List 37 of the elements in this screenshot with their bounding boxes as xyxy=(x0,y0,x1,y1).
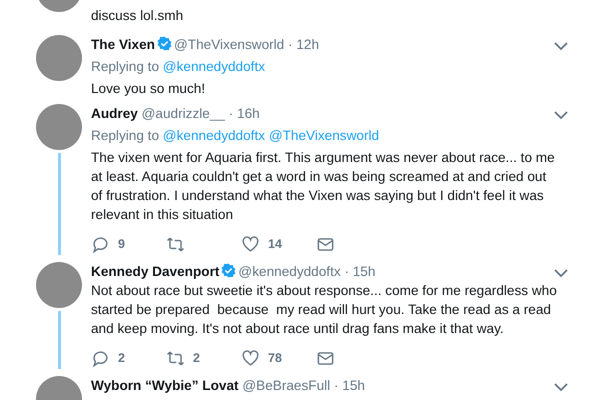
reply-count: 9 xyxy=(118,236,125,252)
user-name[interactable]: The Vixen xyxy=(91,37,155,52)
user-handle[interactable]: @kennedyddoftx xyxy=(238,264,341,279)
like-count: 78 xyxy=(268,350,282,366)
tweet-text: discuss lol.smh xyxy=(91,7,184,25)
chevron-down-icon[interactable] xyxy=(554,382,568,392)
replying-to: Replying to @kennedyddoftx @TheVixensworld xyxy=(91,127,380,145)
reply-icon[interactable] xyxy=(91,348,110,368)
tweet-time[interactable]: · 15h xyxy=(344,264,376,279)
mention-link[interactable]: @kennedyddoftx xyxy=(162,59,266,74)
heart-icon[interactable] xyxy=(241,234,260,254)
heart-icon[interactable] xyxy=(241,348,260,368)
avatar-placeholder xyxy=(36,262,82,308)
user-name[interactable]: Audrey xyxy=(91,106,138,121)
mention-link[interactable]: @TheVixensworld xyxy=(268,128,380,143)
replying-to: Replying to @kennedyddoftx xyxy=(91,58,266,76)
tweet-time[interactable]: · 12h xyxy=(288,37,319,52)
chevron-down-icon[interactable] xyxy=(554,268,568,278)
reply-icon[interactable] xyxy=(91,234,110,254)
chevron-down-icon[interactable] xyxy=(554,41,568,51)
tweet-time[interactable]: · 15h xyxy=(334,378,365,393)
retweet-count: 2 xyxy=(193,350,200,366)
user-name[interactable]: Wyborn “Wybie” Lovat xyxy=(91,378,239,393)
user-name[interactable]: Kennedy Davenport xyxy=(91,264,220,279)
tweet-text: The vixen went for Aquaria first. This argument was never about race... to me at least. Aquaria couldn't get a word in was being screamed at and cried out of frustration. I understand what the Vixen was saying but I didn't feel it was relevant in this situation xyxy=(91,149,556,224)
avatar-placeholder xyxy=(36,35,82,81)
chevron-down-icon[interactable] xyxy=(554,110,568,120)
tweet-text: Not about race but sweetie it's about response... come for me regardless who started be prepared because my read will hurt you. Take the read as a read and keep moving. It's not about race until drag fans make it that way. xyxy=(91,282,558,338)
user-handle[interactable]: @audrizzle__ xyxy=(142,106,225,121)
user-handle[interactable]: @BeBraesFull xyxy=(242,378,330,393)
user-handle[interactable]: @TheVixensworld xyxy=(174,37,284,52)
tweet-time[interactable]: · 16h xyxy=(228,106,260,121)
mention-link[interactable]: @kennedyddoftx xyxy=(162,128,266,143)
avatar-placeholder xyxy=(36,104,82,150)
tweet-text: Love you so much! xyxy=(91,80,206,98)
reply-count: 2 xyxy=(118,350,125,366)
like-count: 14 xyxy=(268,236,282,252)
